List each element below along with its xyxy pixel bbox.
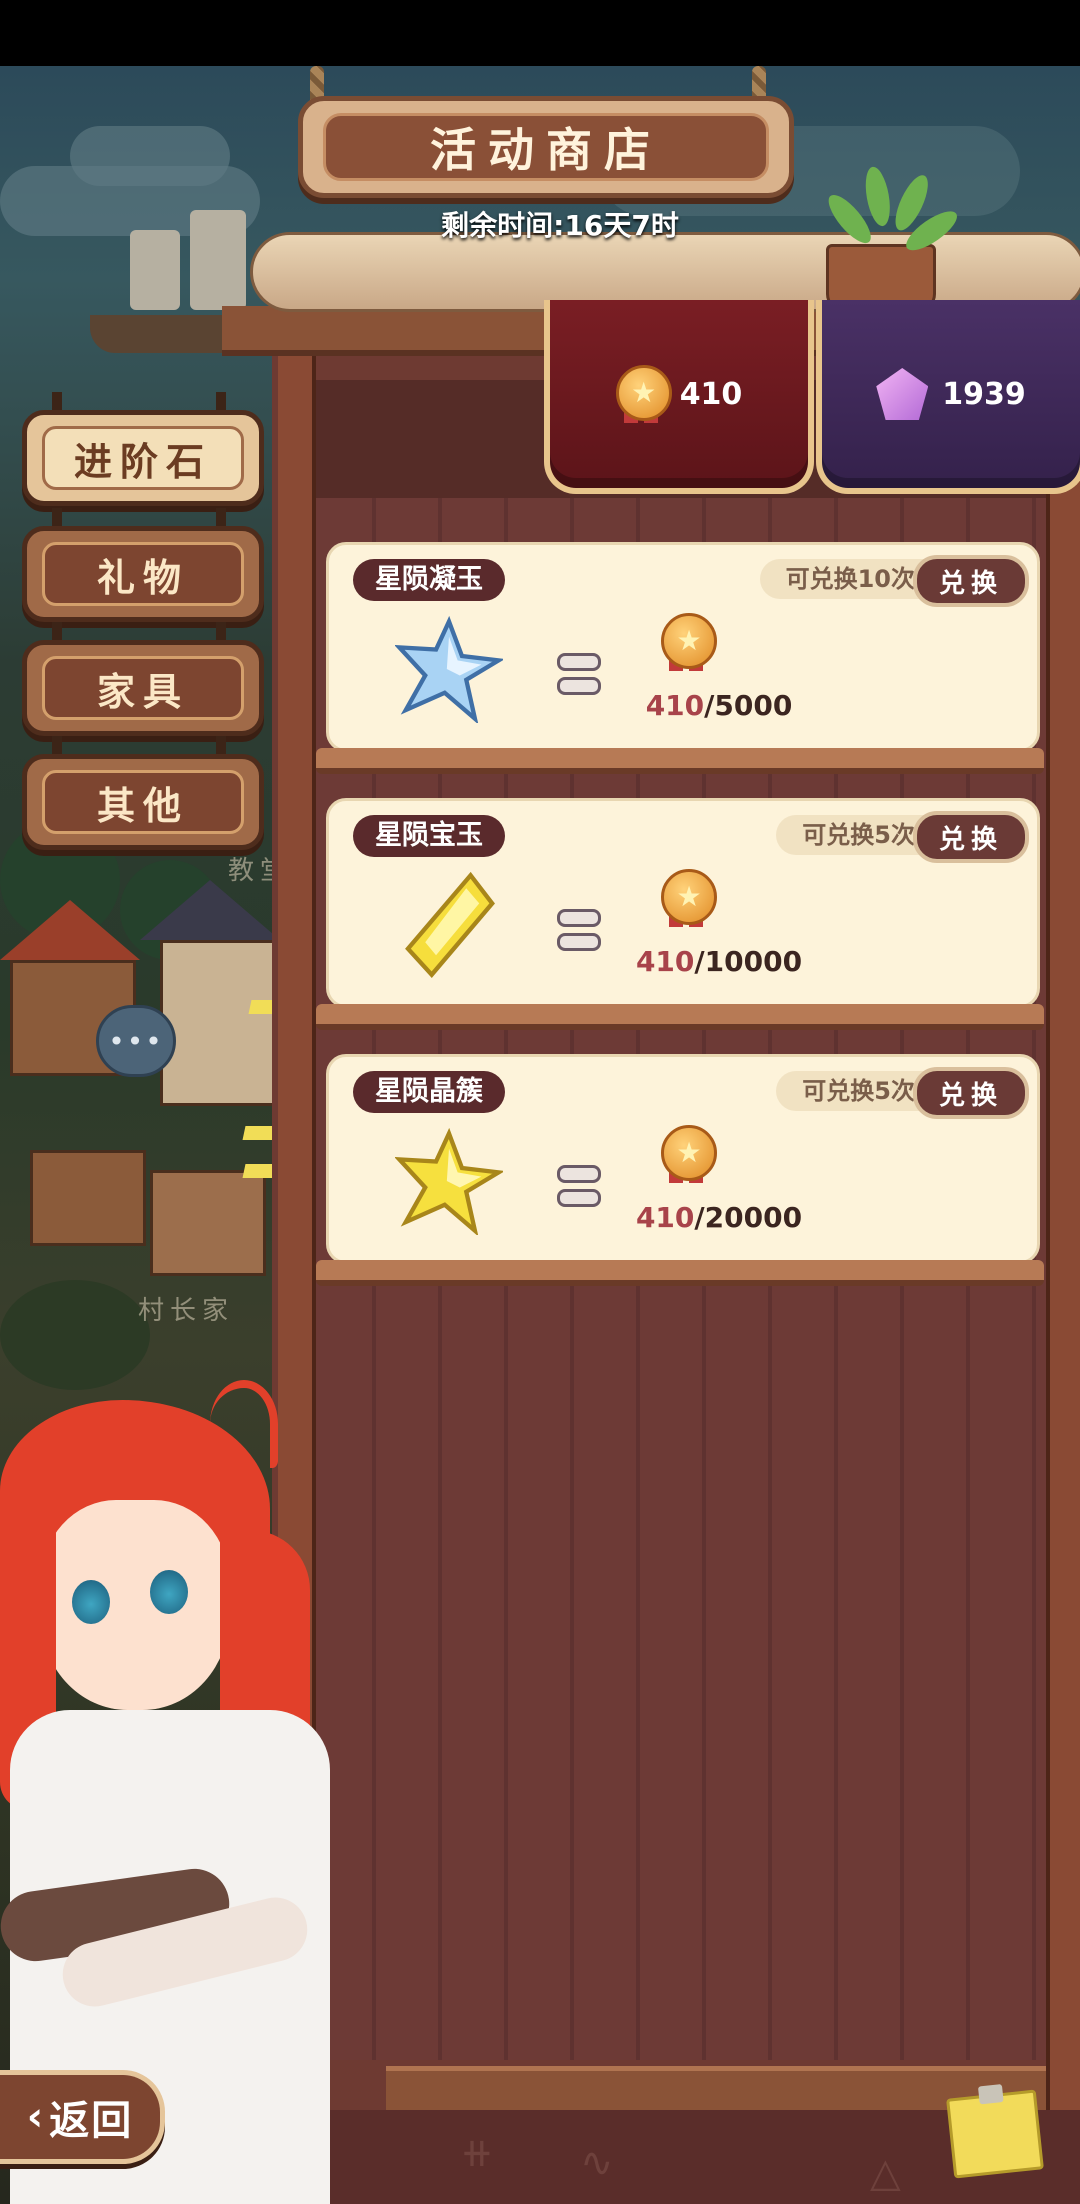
yellow-crystal-icon <box>405 871 495 978</box>
star-medal-icon: ★ <box>661 869 717 927</box>
shelf-board <box>316 748 1044 774</box>
item-name: 星陨晶簇 <box>353 1071 505 1113</box>
medal-amount: 410 <box>679 376 743 412</box>
tab-label: 其他 <box>42 770 244 834</box>
equals-icon <box>557 1165 601 1207</box>
house <box>150 1170 266 1276</box>
floor-scribble: ∿ <box>580 2140 614 2186</box>
redeem-button[interactable]: 兑换 <box>913 811 1029 863</box>
star-medal-icon: ★ <box>661 1125 717 1183</box>
chat-bubble-button[interactable]: ••• <box>96 1005 176 1077</box>
tab-label: 礼物 <box>42 542 244 606</box>
tab-gifts[interactable]: 礼物 <box>22 526 264 622</box>
page-title: 活动商店 <box>323 113 769 181</box>
star-medal-icon: ★ <box>661 613 717 671</box>
item-cost: 410/10000 <box>635 945 803 978</box>
gem-amount: 1939 <box>942 376 1026 412</box>
house-roof <box>0 900 140 960</box>
tab-furniture[interactable]: 家具 <box>22 640 264 736</box>
item-name: 星陨宝玉 <box>353 815 505 857</box>
item-name: 星陨凝玉 <box>353 559 505 601</box>
redeem-button[interactable]: 兑换 <box>913 1067 1029 1119</box>
shop-item-card: 星陨晶簇 可兑换5次 兑换 ★ 410/20000 <box>326 1054 1040 1264</box>
equals-icon <box>557 909 601 951</box>
cloud <box>70 126 230 186</box>
shop-item-card: 星陨凝玉 可兑换10次 兑换 ★ 410/5000 <box>326 542 1040 752</box>
back-button[interactable]: ‹ 返回 <box>0 2070 165 2164</box>
sticky-note-button[interactable] <box>946 2084 1044 2179</box>
tab-label: 进阶石 <box>42 426 244 490</box>
redeem-limit: 可兑换10次 <box>759 559 937 599</box>
remaining-time: 剩余时间:16天7时 <box>441 209 679 242</box>
house <box>30 1150 146 1246</box>
game-screen: 教堂 村长家 ••• 活动商店 剩余时间:16天7时 ★ 410 1939 进阶… <box>0 0 1080 2204</box>
purple-gem-icon <box>876 368 929 420</box>
shelf-board <box>316 1004 1044 1030</box>
redeem-button[interactable]: 兑换 <box>913 555 1029 607</box>
floor-scribble: △ <box>870 2150 901 2196</box>
yellow-star-crystal-icon <box>395 1127 503 1235</box>
tab-upgrade-stones[interactable]: 进阶石 <box>22 410 264 506</box>
tab-other[interactable]: 其他 <box>22 754 264 850</box>
status-bar <box>0 0 1080 66</box>
item-cost: 410/20000 <box>635 1201 803 1234</box>
map-label-chief-house: 村长家 <box>138 1296 235 1326</box>
church <box>160 940 276 1106</box>
shelf-board <box>316 1260 1044 1286</box>
equals-icon <box>557 653 601 695</box>
floor-scribble: ⧺ <box>460 2130 494 2176</box>
medal-currency-banner: ★ 410 <box>544 300 814 494</box>
item-cost: 410/5000 <box>645 689 793 722</box>
church-roof <box>140 880 280 940</box>
blue-star-crystal-icon <box>395 615 503 723</box>
tab-label: 家具 <box>42 656 244 720</box>
chevron-left-icon: ‹ <box>26 2094 44 2140</box>
shop-item-card: 星陨宝玉 可兑换5次 兑换 ★ 410/10000 <box>326 798 1040 1008</box>
cabinet-post-right <box>1046 350 1080 2204</box>
back-label: 返回 <box>49 2098 134 2144</box>
star-medal-icon: ★ <box>615 365 672 423</box>
tree <box>0 1280 150 1390</box>
gem-currency-banner: 1939 <box>816 300 1080 494</box>
title-sign: 活动商店 <box>298 96 794 198</box>
